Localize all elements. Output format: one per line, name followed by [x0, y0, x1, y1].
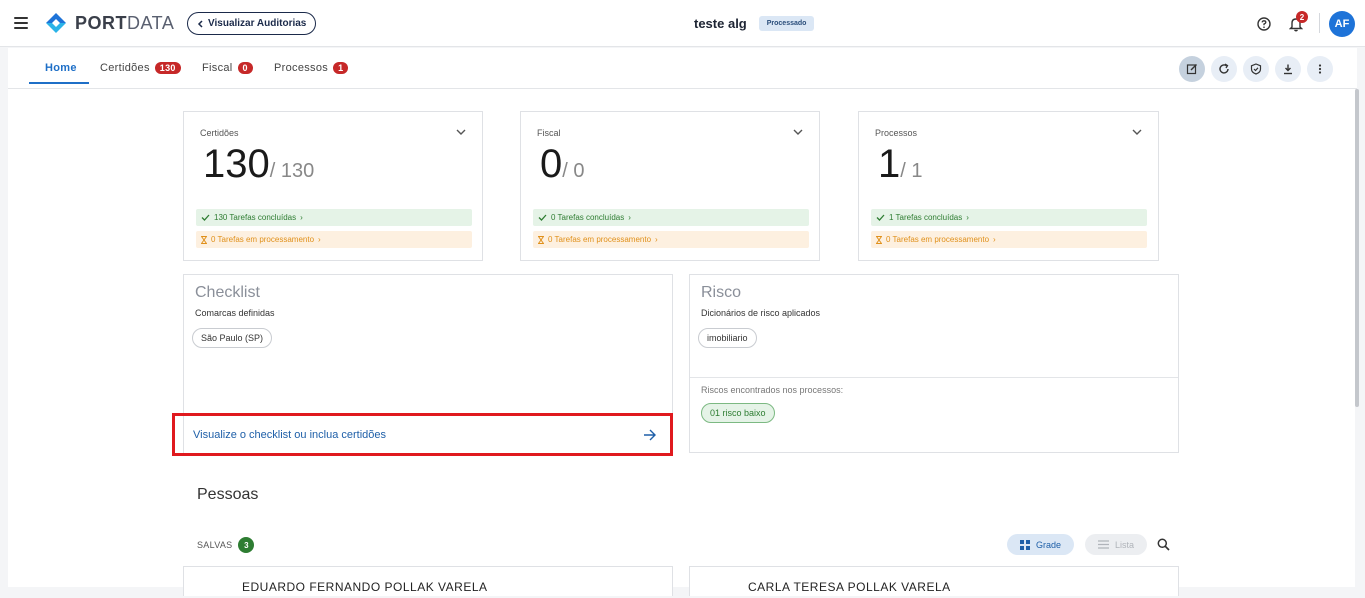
risk-level-chip[interactable]: 01 risco baixo: [701, 403, 775, 423]
chevron-down-icon[interactable]: [456, 128, 466, 136]
hourglass-icon: [876, 235, 882, 244]
refresh-button[interactable]: [1211, 56, 1237, 82]
refresh-icon: [1219, 63, 1229, 74]
checklist-subtitle: Comarcas definidas: [195, 308, 275, 318]
chevron-down-icon[interactable]: [793, 128, 803, 136]
checklist-title: Checklist: [195, 284, 260, 301]
tasks-processing-link[interactable]: 0 Tarefas em processamento ›: [533, 231, 809, 248]
person-card[interactable]: EDUARDO FERNANDO POLLAK VARELA: [183, 566, 673, 596]
hourglass-icon: [538, 235, 544, 244]
person-name: EDUARDO FERNANDO POLLAK VARELA: [242, 580, 488, 594]
chevron-left-icon: [197, 19, 203, 28]
chevron-right-icon: ›: [966, 213, 969, 222]
stat-value: 0/ 0: [540, 142, 585, 186]
status-badge: Processado: [758, 16, 815, 31]
saved-people-label: SALVAS 3: [197, 537, 255, 553]
logo[interactable]: PORTDATA: [45, 12, 174, 34]
hourglass-icon: [201, 235, 207, 244]
tasks-done-link[interactable]: 1 Tarefas concluídas ›: [871, 209, 1147, 226]
check-icon: [876, 214, 885, 221]
check-icon: [538, 214, 547, 221]
chevron-right-icon: ›: [655, 235, 658, 244]
arrow-right-icon: [644, 429, 656, 440]
chevron-right-icon: ›: [300, 213, 303, 222]
stat-value: 1/ 1: [878, 142, 923, 186]
tasks-processing-link[interactable]: 0 Tarefas em processamento ›: [871, 231, 1147, 248]
scrollbar[interactable]: [1355, 89, 1359, 407]
list-view-toggle[interactable]: Lista: [1085, 534, 1148, 555]
chevron-right-icon: ›: [993, 235, 996, 244]
chevron-right-icon: ›: [318, 235, 321, 244]
grid-icon: [1020, 539, 1030, 550]
stat-card-fiscal: Fiscal 0/ 0 0 Tarefas concluídas › 0 Tare…: [520, 111, 820, 261]
chevron-down-icon[interactable]: [1132, 128, 1142, 136]
divider: [690, 377, 1178, 378]
tabs-bar: Home Certidões 130 Fiscal 0 Processos 1: [8, 48, 1357, 89]
more-options-button[interactable]: [1307, 56, 1333, 82]
check-icon: [201, 214, 210, 221]
search-icon[interactable]: [1157, 538, 1170, 551]
tab-fiscal[interactable]: Fiscal 0: [202, 62, 253, 74]
audit-title: teste alg: [694, 16, 747, 31]
comarca-chip: São Paulo (SP): [192, 328, 273, 348]
tasks-done-link[interactable]: 0 Tarefas concluídas ›: [533, 209, 809, 226]
shield-button[interactable]: [1243, 56, 1269, 82]
logo-icon: [46, 13, 66, 33]
grid-view-toggle[interactable]: Grade: [1007, 534, 1075, 555]
help-icon[interactable]: [1257, 17, 1271, 31]
pessoas-heading: Pessoas: [197, 486, 259, 503]
tab-count-badge: 0: [237, 62, 253, 74]
list-icon: [1098, 540, 1109, 549]
tab-processos[interactable]: Processos 1: [274, 62, 349, 74]
top-bar: PORTDATA Visualizar Auditorias teste alg…: [0, 0, 1365, 47]
audit-title-group: teste alg Processado: [694, 16, 815, 31]
shield-icon: [1250, 63, 1262, 75]
avatar[interactable]: AF: [1329, 11, 1355, 37]
risks-found-label: Riscos encontrados nos processos:: [701, 385, 844, 395]
risco-card: Risco Dicionários de risco aplicados imo…: [689, 274, 1179, 453]
tasks-processing-link[interactable]: 0 Tarefas em processamento ›: [196, 231, 472, 248]
edit-button[interactable]: [1179, 56, 1205, 82]
person-name: CARLA TERESA POLLAK VARELA: [748, 580, 951, 594]
risco-title: Risco: [701, 284, 742, 301]
tab-certidoes[interactable]: Certidões 130: [100, 62, 181, 74]
tab-home[interactable]: Home: [45, 62, 77, 74]
menu-icon[interactable]: [14, 17, 28, 29]
notification-count-badge: 2: [1296, 11, 1308, 23]
tasks-done-link[interactable]: 130 Tarefas concluídas ›: [196, 209, 472, 226]
risco-subtitle: Dicionários de risco aplicados: [701, 308, 821, 318]
more-icon: [1318, 64, 1322, 74]
view-checklist-link[interactable]: Visualize o checklist ou inclua certidõe…: [172, 413, 673, 456]
divider: [1319, 13, 1320, 33]
stat-card-certidoes: Certidões 130/ 130 130 Tarefas concluída…: [183, 111, 483, 261]
person-card[interactable]: CARLA TERESA POLLAK VARELA: [689, 566, 1179, 596]
tab-count-badge: 130: [154, 62, 181, 74]
stat-value: 130/ 130: [203, 142, 315, 186]
tab-count-badge: 1: [333, 62, 349, 74]
download-icon: [1284, 64, 1292, 75]
page-edge: [1359, 47, 1365, 598]
logo-text: PORTDATA: [75, 12, 175, 33]
active-tab-indicator: [29, 82, 89, 84]
download-button[interactable]: [1275, 56, 1301, 82]
stat-card-processos: Processos 1/ 1 1 Tarefas concluídas › 0 T…: [858, 111, 1159, 261]
risk-dictionary-chip: imobiliario: [698, 328, 757, 348]
saved-count-badge: 3: [238, 537, 255, 553]
edit-icon: [1186, 64, 1197, 75]
back-to-audits-button[interactable]: Visualizar Auditorias: [187, 12, 317, 35]
chevron-right-icon: ›: [628, 213, 631, 222]
